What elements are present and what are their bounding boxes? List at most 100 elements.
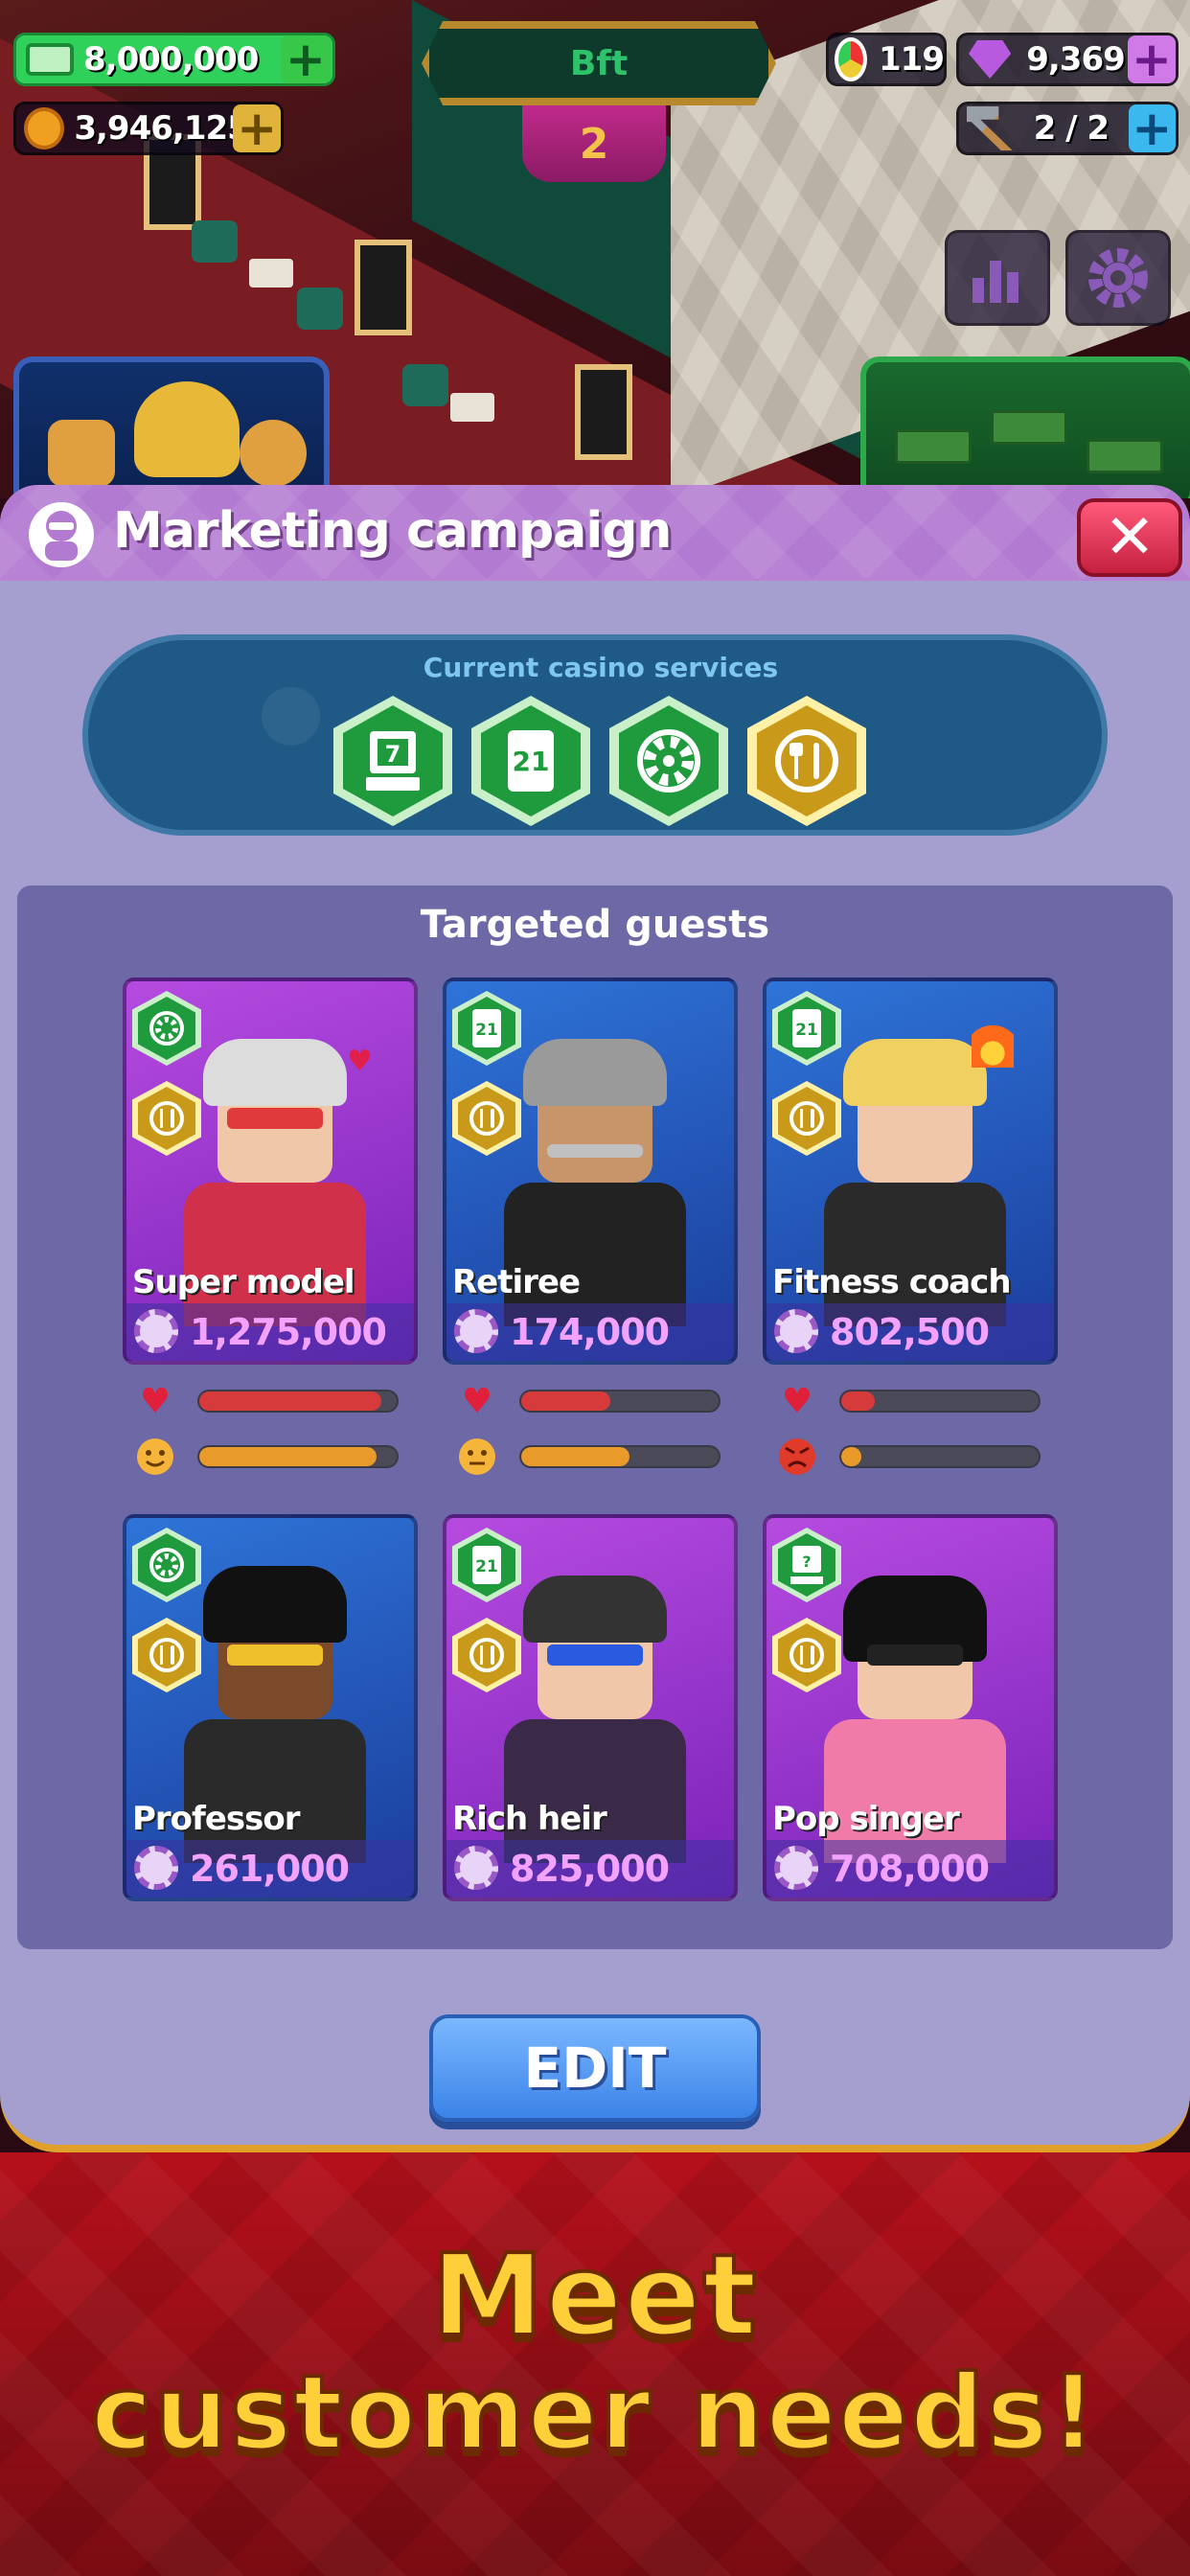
- svg-text:?: ?: [802, 1552, 811, 1571]
- guest-card-pop-singer[interactable]: ? Pop singer 708,000: [763, 1514, 1058, 1901]
- side-table: [249, 259, 293, 288]
- chair: [402, 364, 448, 406]
- edit-button[interactable]: EDIT: [429, 2014, 761, 2122]
- guest-name: Fitness coach: [772, 1263, 1012, 1301]
- guest-name: Super model: [132, 1263, 355, 1301]
- cash-stack-icon: [1087, 439, 1163, 473]
- hammer-icon: [967, 106, 1013, 150]
- cash-stack-icon: [991, 410, 1067, 445]
- guest-mood-bar: [197, 1445, 399, 1468]
- chips-amount: 3,946,125: [74, 109, 249, 148]
- hammers-amount: 2 / 2: [1033, 109, 1110, 148]
- stats-button[interactable]: [945, 230, 1050, 326]
- svg-text:21: 21: [513, 746, 550, 777]
- dialog-title: Marketing campaign: [113, 502, 672, 560]
- guest-name: Professor: [132, 1800, 300, 1838]
- promo-banner: Meet customer needs!: [0, 2152, 1190, 2576]
- hammers-counter: 2 / 2 +: [956, 102, 1179, 155]
- chair: [192, 220, 238, 263]
- targeted-guests-panel: Targeted guests ♥ Super model 1,275,000: [17, 886, 1173, 1949]
- gear-icon: [1088, 248, 1148, 308]
- guest-satisfaction-bar: [197, 1390, 399, 1413]
- door: [575, 364, 632, 460]
- side-table: [450, 393, 494, 422]
- chip-icon: [774, 1309, 818, 1353]
- blackjack-21-icon: 21: [508, 730, 554, 792]
- restaurant-icon: [775, 729, 838, 793]
- guest-card-fitness-coach[interactable]: 21 Fitness coach 802,500: [763, 978, 1058, 1365]
- reputation-value: 119: [879, 40, 945, 79]
- guest-card-super-model[interactable]: ♥ Super model 1,275,000: [123, 978, 418, 1365]
- chair: [297, 288, 343, 330]
- settings-button[interactable]: [1065, 230, 1171, 326]
- guest-name: Rich heir: [452, 1800, 607, 1838]
- blackjack-21-icon: 21: [472, 1009, 501, 1047]
- promo-headline-line2: customer needs!: [89, 2352, 1099, 2475]
- guest-amount: 174,000: [510, 1311, 670, 1353]
- cash-vault-card[interactable]: [860, 356, 1190, 498]
- guest-name: Pop singer: [772, 1800, 960, 1838]
- svg-text:21: 21: [475, 1021, 498, 1040]
- guest-card-retiree[interactable]: 21 Retiree 174,000: [443, 978, 738, 1365]
- angry-face-icon: [776, 1436, 818, 1478]
- restaurant-icon: [790, 1638, 824, 1672]
- chip-icon: [454, 1846, 498, 1890]
- chip-icon: [134, 1846, 178, 1890]
- heart-icon: ♥: [139, 1381, 172, 1421]
- mood-fill: [199, 1447, 378, 1466]
- restaurant-icon: [469, 1638, 504, 1672]
- current-services-panel: Current casino services 7 21: [82, 634, 1108, 836]
- restaurant-icon: [149, 1638, 184, 1672]
- gem-icon: [969, 40, 1012, 79]
- reputation-counter: 119: [826, 33, 947, 86]
- floor-selector[interactable]: Bft: [422, 21, 776, 105]
- restaurant-icon: [790, 1101, 824, 1136]
- chip-coin-icon: [24, 107, 65, 150]
- guest-amount: 1,275,000: [190, 1311, 387, 1353]
- satisfaction-fill: [199, 1392, 381, 1411]
- svg-text:21: 21: [475, 1557, 498, 1576]
- cash-counter: 8,000,000 +: [13, 33, 335, 86]
- heart-icon: ♥: [347, 1045, 373, 1078]
- add-hammers-button[interactable]: +: [1128, 104, 1176, 152]
- slot-machine-icon: ?: [790, 1546, 823, 1584]
- marketing-campaign-dialog: Marketing campaign ✕ Current casino serv…: [0, 485, 1190, 2152]
- cash-amount: 8,000,000: [83, 40, 259, 79]
- floor-name: Bft: [569, 43, 629, 83]
- promo-headline-line1: Meet: [429, 2227, 759, 2363]
- blackjack-21-icon: 21: [792, 1009, 821, 1047]
- gems-counter: 9,369 +: [956, 33, 1179, 86]
- service-roulette-badge: [609, 696, 728, 826]
- door: [355, 240, 412, 335]
- add-gems-button[interactable]: +: [1128, 35, 1176, 83]
- guest-satisfaction-bar: [519, 1390, 721, 1413]
- guest-card-rich-heir[interactable]: 21 Rich heir 825,000: [443, 1514, 738, 1901]
- satisfaction-fill: [841, 1392, 876, 1411]
- mood-fill: [521, 1447, 630, 1466]
- guest-mood-bar: [519, 1445, 721, 1468]
- close-button[interactable]: ✕: [1077, 498, 1182, 577]
- roulette-icon: [149, 1548, 184, 1582]
- service-blackjack-badge: 21: [471, 696, 590, 826]
- add-chips-button[interactable]: +: [233, 104, 281, 152]
- events-building-card[interactable]: [13, 356, 330, 498]
- manager-avatar-icon: [29, 502, 94, 567]
- guest-satisfaction-bar: [839, 1390, 1041, 1413]
- trophy-bird-icon: [134, 381, 240, 477]
- guest-amount: 261,000: [190, 1848, 350, 1890]
- guest-amount: 708,000: [830, 1848, 990, 1890]
- roulette-icon: [149, 1011, 184, 1046]
- guest-card-professor[interactable]: Professor 261,000: [123, 1514, 418, 1901]
- rating-gauge-icon: [835, 37, 868, 81]
- camera-icon: [48, 420, 115, 487]
- guest-amount: 802,500: [830, 1311, 990, 1353]
- mood-fill: [841, 1447, 861, 1466]
- service-restaurant-badge: [747, 696, 866, 826]
- fire-icon: [972, 1020, 1014, 1068]
- add-cash-button[interactable]: +: [281, 35, 331, 83]
- neutral-face-icon: [456, 1436, 498, 1478]
- bar-chart-icon: [973, 261, 1018, 303]
- smile-icon: [134, 1436, 176, 1478]
- chip-icon: [774, 1846, 818, 1890]
- svg-text:21: 21: [795, 1021, 818, 1040]
